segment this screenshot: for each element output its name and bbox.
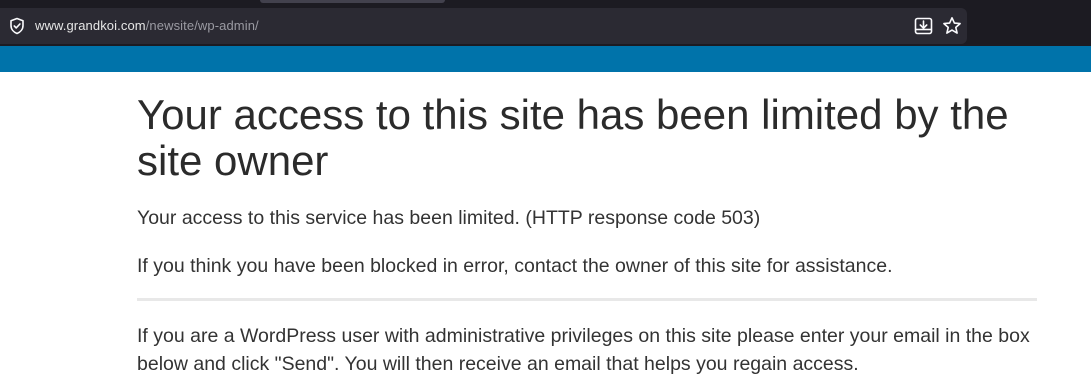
url-domain: www.grandkoi.com [35,18,146,33]
url-text[interactable]: www.grandkoi.com/newsite/wp-admin/ [35,18,259,33]
active-tab-edge[interactable] [260,0,445,3]
save-page-icon[interactable] [914,17,933,35]
site-banner [0,46,1091,72]
url-path: /newsite/wp-admin/ [145,18,259,33]
access-limited-message: Your access to this service has been lim… [137,207,761,229]
page-title: Your access to this site has been limite… [137,91,1009,184]
admin-access-notice: If you are a WordPress user with adminis… [137,325,1030,375]
bookmark-star-icon[interactable] [942,16,962,36]
address-bar[interactable]: www.grandkoi.com/newsite/wp-admin/ [0,8,967,44]
browser-toolbar: www.grandkoi.com/newsite/wp-admin/ [0,0,1091,46]
blocked-error-notice: If you think you have been blocked in er… [137,255,893,277]
shield-icon[interactable] [8,17,26,35]
divider [137,298,1037,301]
